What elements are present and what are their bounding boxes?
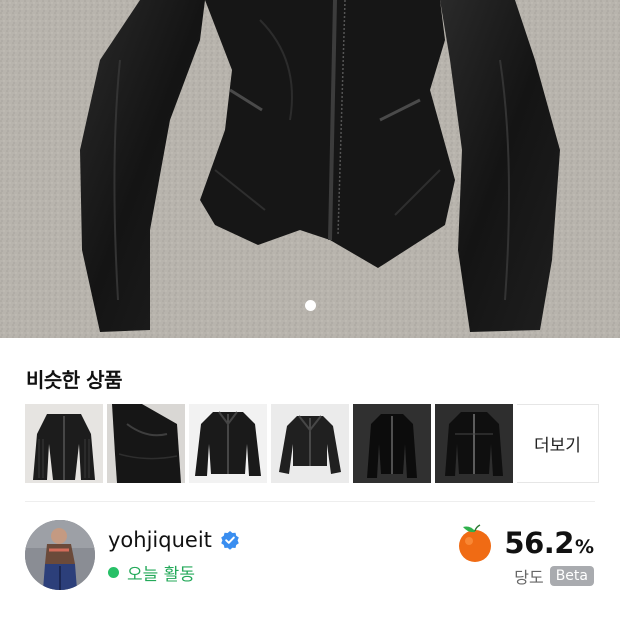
sweetness-label: 당도 (514, 568, 544, 587)
see-more-button[interactable]: 더보기 (517, 404, 599, 483)
similar-products-title: 비슷한 상품 (26, 368, 122, 392)
carousel-dot[interactable] (304, 300, 316, 311)
seller-avatar[interactable] (25, 520, 95, 590)
sweetness-label-row: 당도 Beta (514, 564, 594, 588)
verified-badge-icon (221, 531, 239, 550)
similar-product-item[interactable] (25, 404, 103, 483)
activity-label: 오늘 활동 (127, 565, 195, 585)
seller-name[interactable]: yohjiqueit (108, 528, 212, 552)
seller-name-row[interactable]: yohjiqueit (108, 528, 240, 552)
section-divider (25, 501, 595, 502)
activity-status: 오늘 활동 (108, 560, 195, 585)
similar-product-item[interactable] (189, 404, 267, 483)
carousel-dots (0, 300, 620, 311)
online-dot-icon (108, 567, 119, 578)
sweetness-unit: % (574, 536, 594, 558)
similar-products-list: 더보기 (25, 404, 599, 483)
similar-product-item[interactable] (353, 404, 431, 483)
similar-product-item[interactable] (107, 404, 185, 483)
similar-product-item[interactable] (271, 404, 349, 483)
beta-badge: Beta (549, 566, 594, 586)
similar-product-item[interactable] (435, 404, 513, 483)
orange-fruit-icon (459, 524, 492, 562)
sweetness-value: 56.2 (504, 526, 574, 560)
jacket-photo (0, 0, 620, 338)
sweetness-score[interactable]: 56.2% (454, 522, 594, 564)
product-image[interactable] (0, 0, 620, 338)
